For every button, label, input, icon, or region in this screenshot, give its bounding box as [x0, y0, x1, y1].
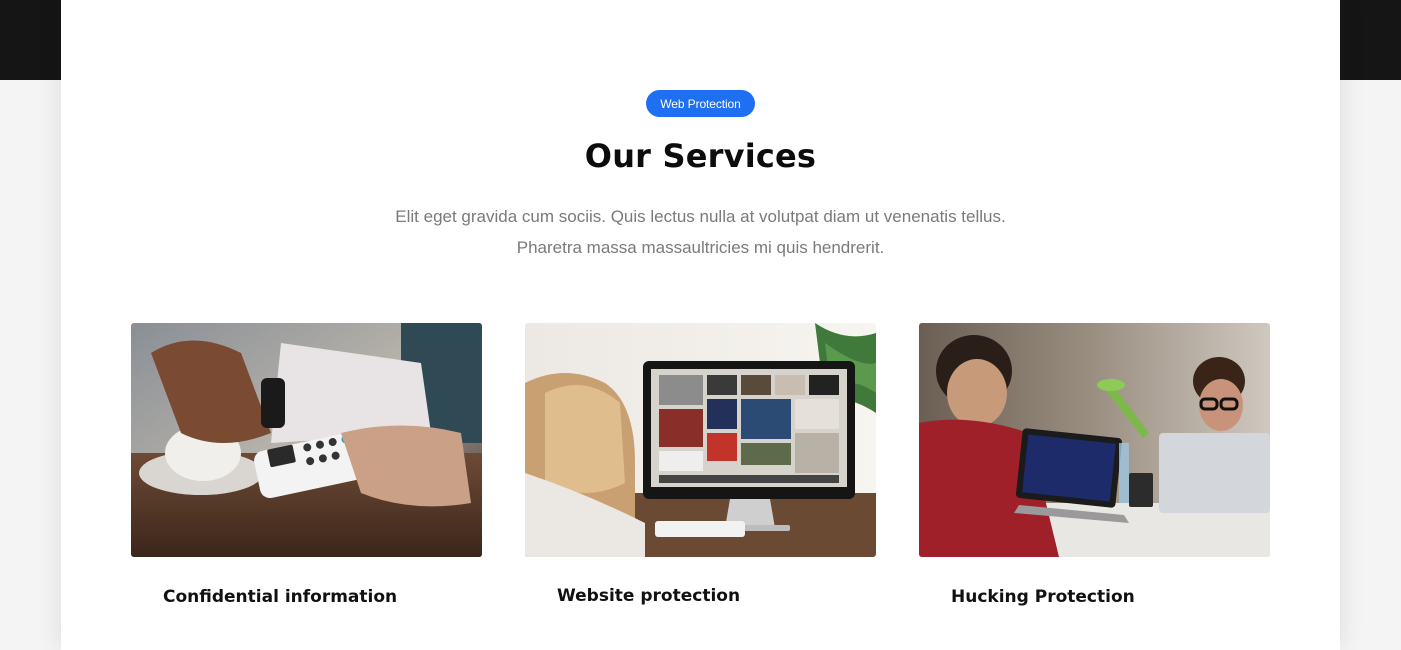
card-image-website-protection[interactable] [525, 323, 876, 557]
section-title: Our Services [584, 137, 817, 175]
card-image-confidential-information[interactable] [131, 323, 482, 557]
card-title-confidential-information[interactable]: Confidential information [163, 587, 397, 607]
card-title-hucking-protection[interactable]: Hucking Protection [951, 587, 1135, 607]
card-image-hucking-protection[interactable] [919, 323, 1270, 557]
section-badge: Web Protection [646, 90, 755, 117]
section-description-line-1: Elit eget gravida cum sociis. Quis lectu… [395, 207, 1006, 226]
card-title-website-protection[interactable]: Website protection [557, 586, 740, 606]
section-description: Elit eget gravida cum sociis. Quis lectu… [0, 201, 1401, 263]
section-description-line-2: Pharetra massa massaultricies mi quis he… [516, 238, 885, 257]
